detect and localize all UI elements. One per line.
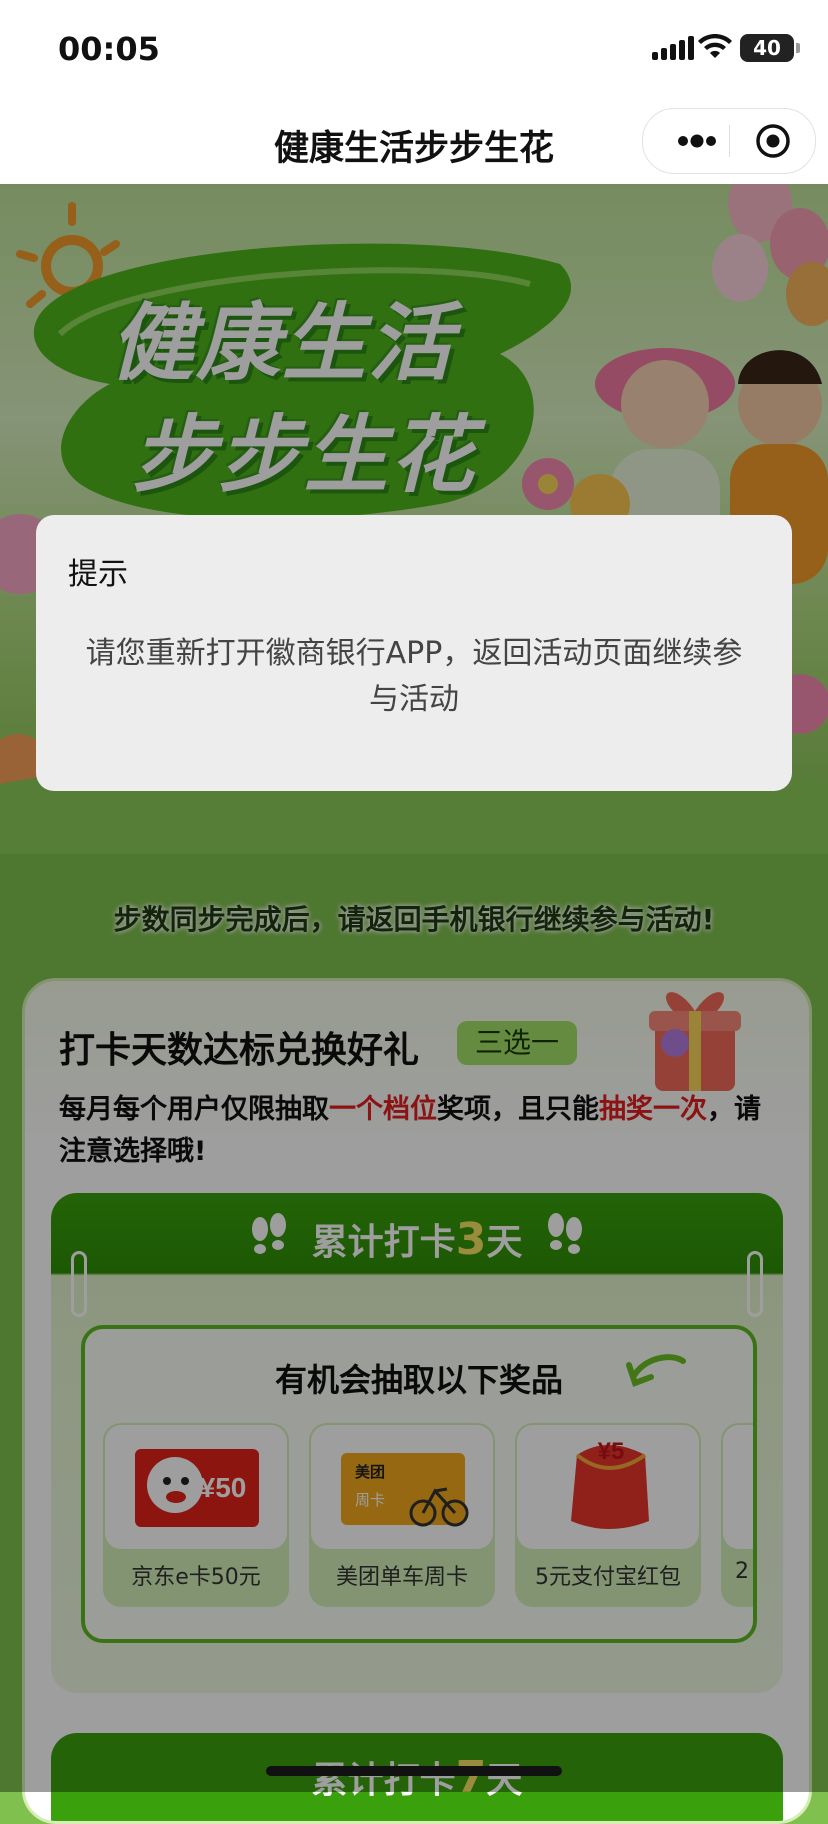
modal-mask[interactable]	[0, 184, 828, 1792]
mini-program-capsule	[642, 108, 816, 174]
dialog-message: 请您重新打开徽商银行APP，返回活动页面继续参与活动	[85, 636, 743, 717]
home-indicator[interactable]	[266, 1766, 562, 1776]
status-bar: 00:05 40	[0, 0, 828, 96]
dialog-title: 提示	[68, 557, 128, 592]
more-dots-icon[interactable]	[667, 109, 727, 173]
capsule-divider	[729, 125, 730, 157]
battery-level: 40	[753, 36, 781, 60]
status-time: 00:05	[58, 30, 160, 68]
signal-icon	[652, 36, 694, 60]
battery-icon: 40	[740, 34, 800, 62]
tip-dialog: 提示 请您重新打开徽商银行APP，返回活动页面继续参与活动	[36, 515, 792, 791]
target-circle-icon[interactable]	[755, 123, 791, 159]
nav-bar: 健康生活步步生花	[0, 96, 828, 184]
wifi-icon	[698, 34, 732, 58]
